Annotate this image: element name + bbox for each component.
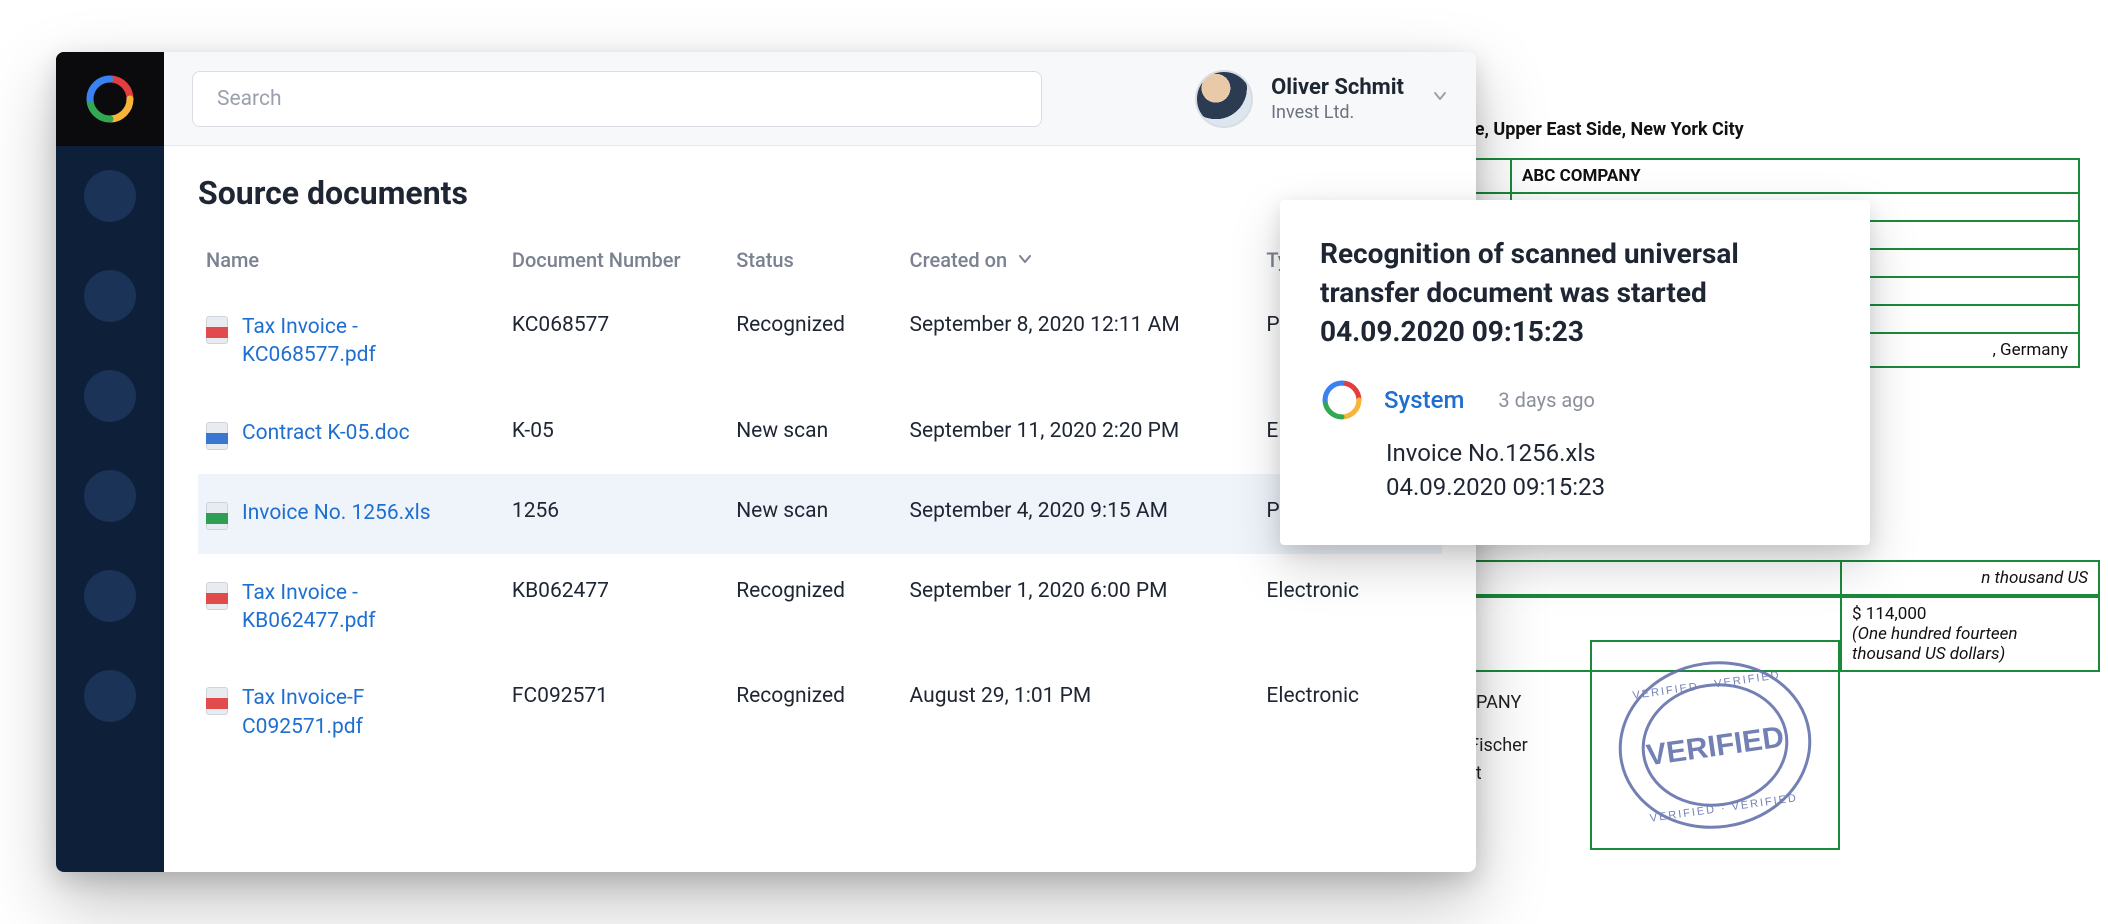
cell-status: Recognized: [728, 660, 901, 765]
topbar: Search Oliver Schmit Invest Ltd.: [164, 52, 1476, 146]
system-logo-icon: [1320, 378, 1364, 422]
file-link[interactable]: Contract K-05.doc: [242, 419, 410, 447]
user-name: Oliver Schmit: [1271, 75, 1404, 100]
notification-ago: 3 days ago: [1498, 388, 1594, 412]
table-row[interactable]: Invoice No. 1256.xls 1256New scanSeptembe…: [198, 474, 1442, 554]
cell-number: KC068577: [504, 289, 728, 395]
cell-type: Electronic: [1258, 554, 1442, 660]
table-row[interactable]: Contract K-05.doc K-05New scanSeptember 1…: [198, 394, 1442, 474]
col-status[interactable]: Status: [728, 232, 901, 289]
sidebar-nav-item[interactable]: [84, 270, 136, 322]
verified-stamp: VERIFIED VERIFIED · VERIFIED VERIFIED · …: [1590, 640, 1840, 850]
notification-card: Recognition of scanned universal transfe…: [1280, 200, 1870, 545]
file-link[interactable]: Tax Invoice - KB062477.pdf: [242, 579, 482, 636]
table-row[interactable]: Tax Invoice - KC068577.pdf KC068577Recogn…: [198, 289, 1442, 395]
chevron-down-icon: [1017, 248, 1033, 272]
cell-status: New scan: [728, 394, 901, 474]
col-created[interactable]: Created on: [902, 232, 1259, 289]
svg-text:VERIFIED · VERIFIED: VERIFIED · VERIFIED: [1649, 792, 1798, 825]
search-placeholder: Search: [217, 87, 282, 111]
sidebar-nav-item[interactable]: [84, 670, 136, 722]
table-row[interactable]: Tax Invoice-F C092571.pdf FC092571Recogni…: [198, 660, 1442, 765]
invoice-total-amount: $ 114,000: [1852, 604, 1926, 624]
sidebar-nav-item[interactable]: [84, 470, 136, 522]
xls-file-icon: [206, 502, 228, 530]
notification-title: Recognition of scanned universal transfe…: [1320, 234, 1830, 352]
sidebar-nav-item[interactable]: [84, 170, 136, 222]
sidebar: [56, 52, 164, 872]
sidebar-nav-item[interactable]: [84, 370, 136, 422]
cell-created: September 4, 2020 9:15 AM: [902, 474, 1259, 554]
invoice-ppu-value: ABC COMPANY: [1511, 159, 2079, 193]
cell-number: KB062477: [504, 554, 728, 660]
search-input[interactable]: Search: [192, 71, 1042, 127]
cell-created: September 11, 2020 2:20 PM: [902, 394, 1259, 474]
col-number[interactable]: Document Number: [504, 232, 728, 289]
file-link[interactable]: Invoice No. 1256.xls: [242, 499, 431, 527]
user-menu[interactable]: Oliver Schmit Invest Ltd.: [1195, 70, 1448, 128]
app-logo[interactable]: [56, 52, 164, 146]
invoice-subtotal-words: n thousand US: [1842, 562, 2098, 594]
doc-file-icon: [206, 422, 228, 450]
cell-created: August 29, 1:01 PM: [902, 660, 1259, 765]
pdf-file-icon: [206, 316, 228, 344]
cell-created: September 8, 2020 12:11 AM: [902, 289, 1259, 395]
cell-status: Recognized: [728, 554, 901, 660]
app-window: Search Oliver Schmit Invest Ltd. Source …: [56, 52, 1476, 872]
user-org: Invest Ltd.: [1271, 102, 1404, 123]
documents-table: Name Document Number Status Created on: [198, 232, 1442, 765]
pdf-file-icon: [206, 582, 228, 610]
invoice-total-words: (One hundred fourteen thousand US dollar…: [1852, 624, 2017, 664]
notification-timestamp: 04.09.2020 09:15:23: [1386, 470, 1830, 505]
cell-number: K-05: [504, 394, 728, 474]
cell-status: Recognized: [728, 289, 901, 395]
chevron-down-icon: [1432, 88, 1448, 109]
file-link[interactable]: Tax Invoice - KC068577.pdf: [242, 313, 482, 370]
avatar: [1195, 70, 1253, 128]
notification-file: Invoice No.1256.xls: [1386, 436, 1830, 471]
page-title: Source documents: [198, 174, 1442, 212]
pdf-file-icon: [206, 687, 228, 715]
col-name[interactable]: Name: [198, 232, 504, 289]
table-row[interactable]: Tax Invoice - KB062477.pdf KB062477Recogn…: [198, 554, 1442, 660]
cell-status: New scan: [728, 474, 901, 554]
file-link[interactable]: Tax Invoice-F C092571.pdf: [242, 684, 482, 741]
col-created-label: Created on: [910, 248, 1008, 272]
cell-created: September 1, 2020 6:00 PM: [902, 554, 1259, 660]
sidebar-nav-item[interactable]: [84, 570, 136, 622]
notification-actor[interactable]: System: [1384, 386, 1464, 414]
cell-number: FC092571: [504, 660, 728, 765]
cell-number: 1256: [504, 474, 728, 554]
app-logo-icon: [84, 73, 136, 125]
svg-text:VERIFIED: VERIFIED: [1644, 721, 1786, 773]
cell-type: Electronic: [1258, 660, 1442, 765]
